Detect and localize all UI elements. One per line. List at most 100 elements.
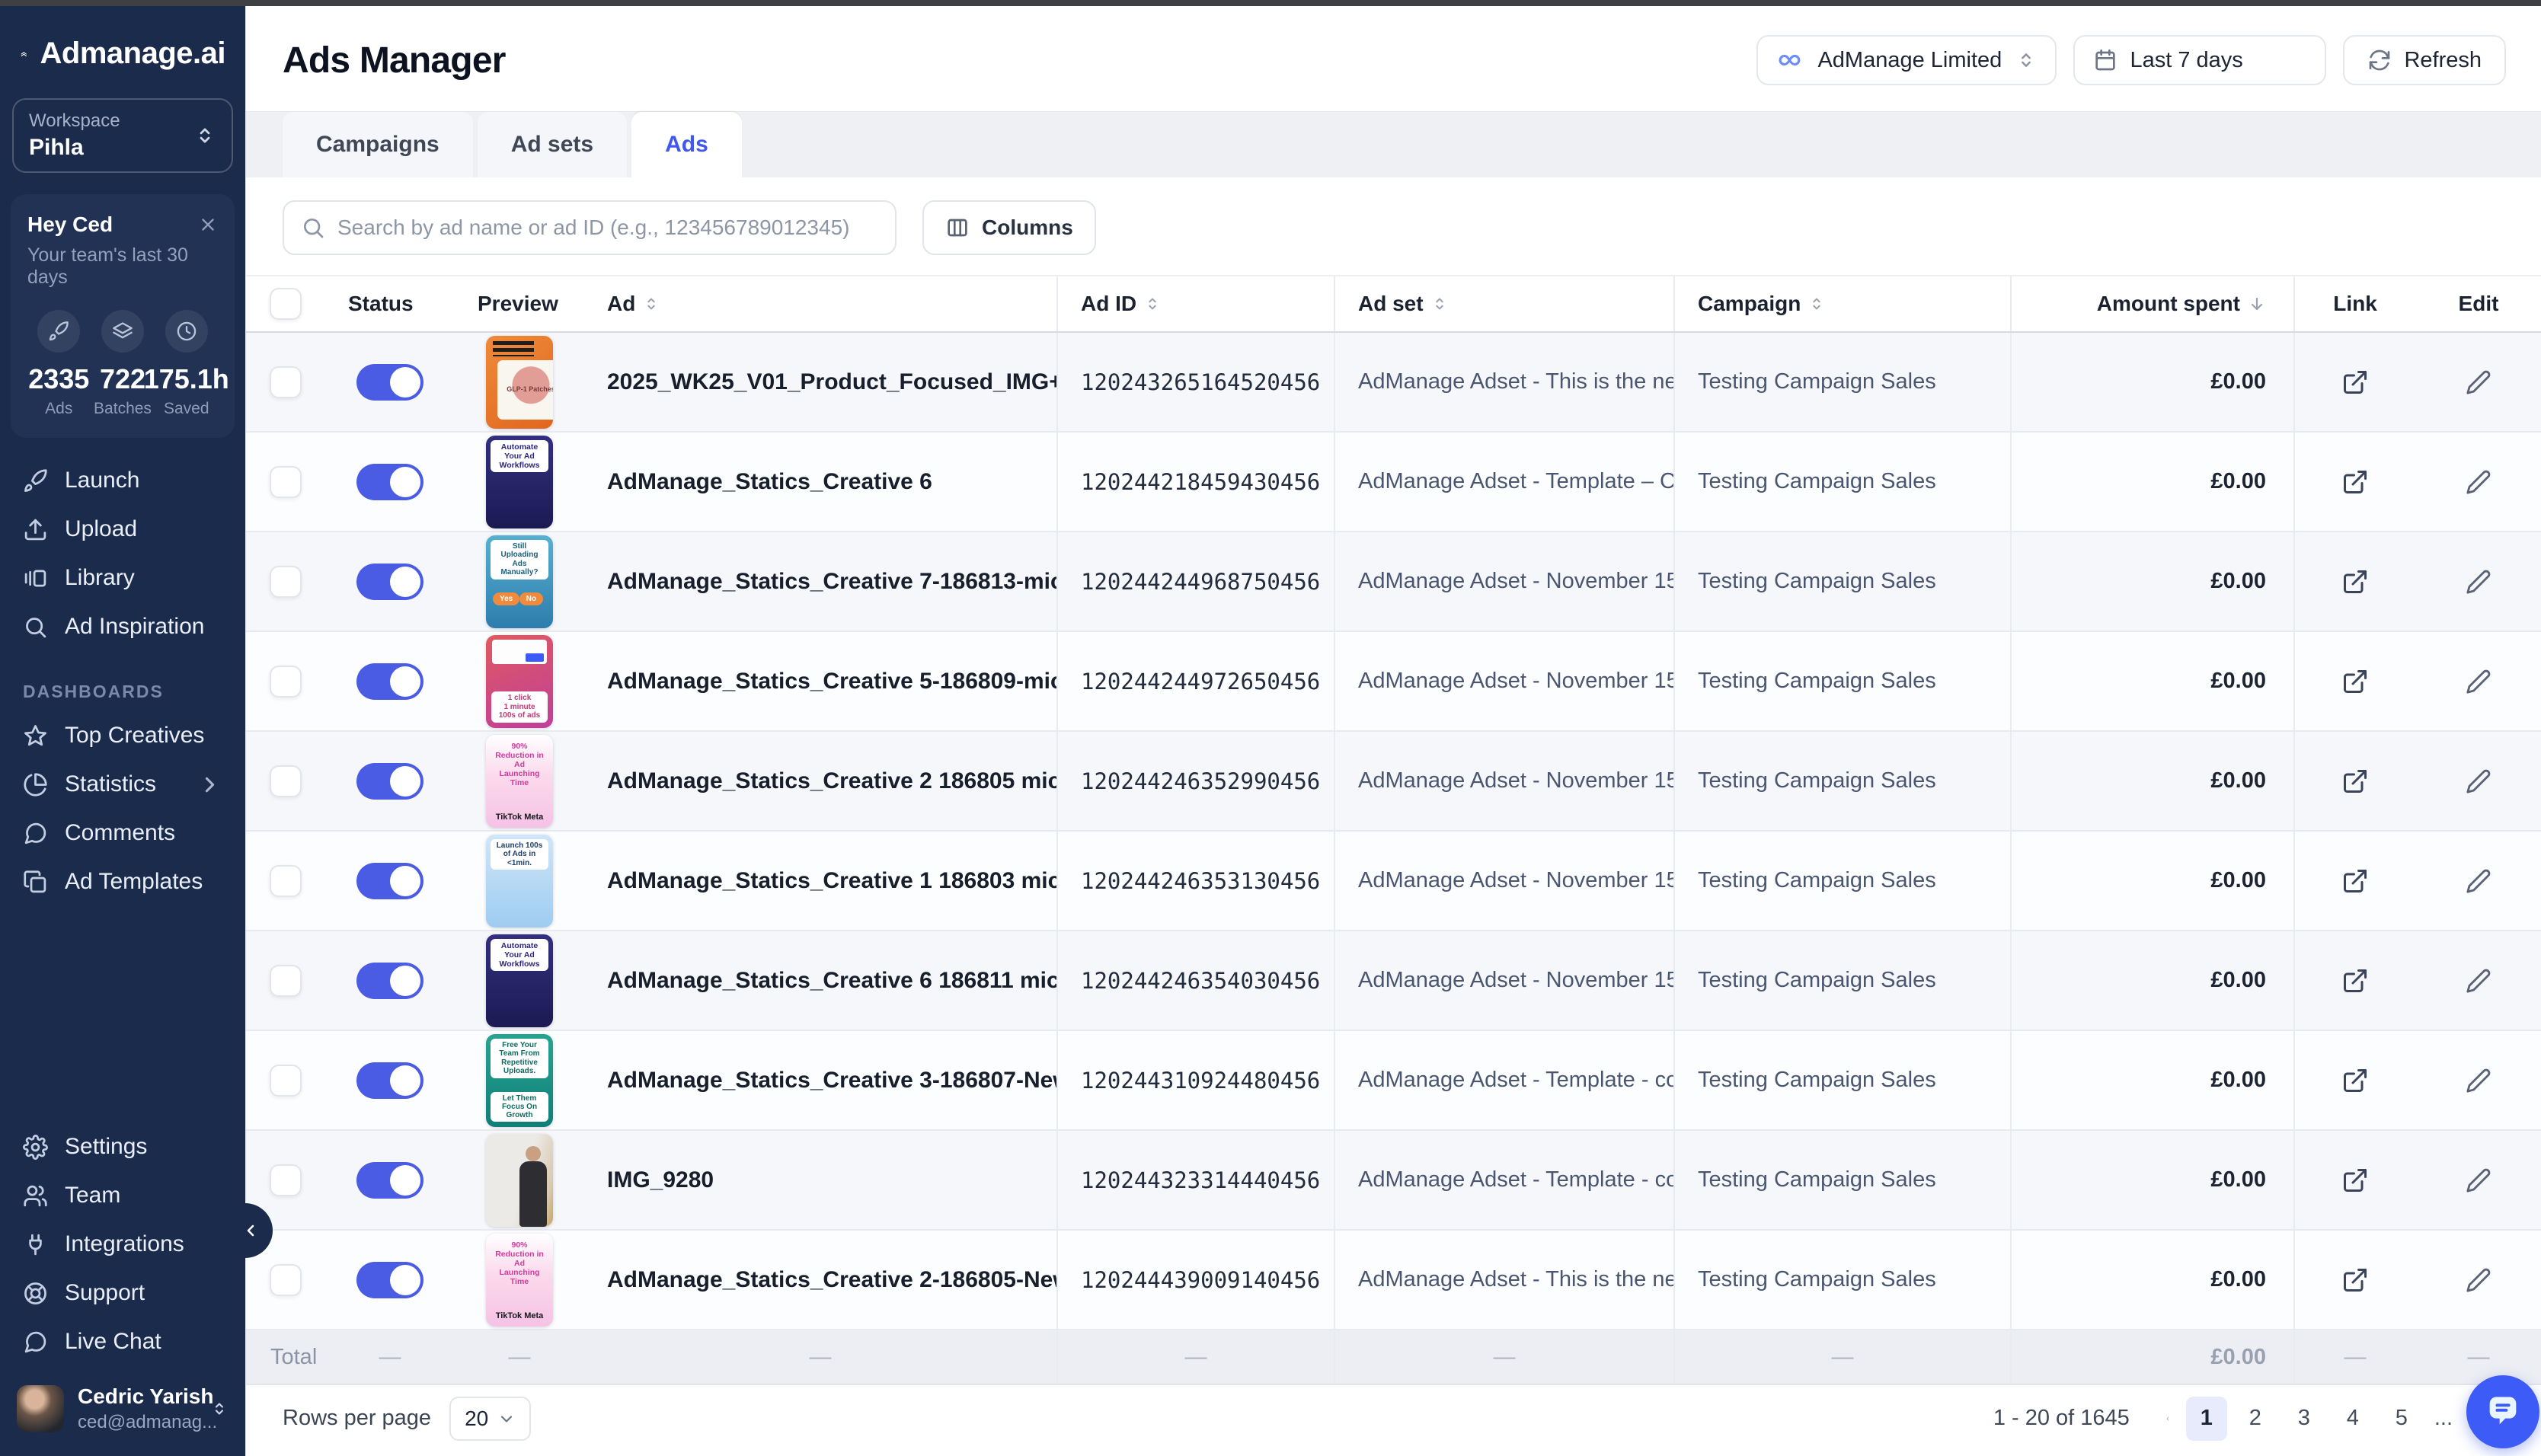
ad-name[interactable]: AdManage_Statics_Creative 6 186811 micka… [607,968,1056,994]
sidebar-item-settings[interactable]: Settings [0,1122,245,1171]
status-toggle[interactable] [356,863,424,899]
sidebar-item-team[interactable]: Team [0,1171,245,1220]
ad-preview-thumbnail[interactable]: 90% Reduction in Ad Launching TimeTikTok… [486,1234,553,1327]
row-checkbox[interactable] [270,765,302,797]
edit-pencil-icon[interactable] [2466,968,2491,994]
page-button-3[interactable]: 3 [2284,1397,2325,1441]
edit-pencil-icon[interactable] [2466,1267,2491,1293]
column-header-ad-set[interactable]: Ad set [1334,276,1673,331]
row-checkbox[interactable] [270,666,302,698]
ad-preview-thumbnail[interactable]: 90% Reduction in Ad Launching TimeTikTok… [486,735,553,828]
column-header-amount-spent[interactable]: Amount spent [2010,276,2293,331]
row-checkbox[interactable] [270,1065,302,1097]
column-header-preview[interactable]: Preview [455,276,584,331]
status-toggle[interactable] [356,1162,424,1199]
external-link-icon[interactable] [2341,768,2369,795]
sidebar-item-comments[interactable]: Comments [0,809,245,857]
external-link-icon[interactable] [2341,369,2369,396]
edit-pencil-icon[interactable] [2466,669,2491,694]
sidebar-item-support[interactable]: Support [0,1269,245,1317]
row-checkbox[interactable] [270,466,302,498]
refresh-button[interactable]: Refresh [2343,35,2506,85]
edit-pencil-icon[interactable] [2466,569,2491,595]
sidebar-item-statistics[interactable]: Statistics [0,760,245,809]
external-link-icon[interactable] [2341,1167,2369,1194]
external-link-icon[interactable] [2341,967,2369,995]
tab-ads[interactable]: Ads [631,112,742,177]
ad-name[interactable]: AdManage_Statics_Creative 2-186805-NewCr… [607,1267,1056,1293]
external-link-icon[interactable] [2341,568,2369,595]
status-toggle[interactable] [356,464,424,500]
sidebar-item-library[interactable]: Library [0,554,245,602]
columns-button[interactable]: Columns [922,200,1096,255]
status-toggle[interactable] [356,763,424,800]
search-input[interactable] [337,216,878,240]
ad-name[interactable]: AdManage_Statics_Creative 3-186807-NewCr… [607,1068,1056,1094]
page-button-1[interactable]: 1 [2186,1397,2227,1441]
page-button-2[interactable]: 2 [2235,1397,2276,1441]
external-link-icon[interactable] [2341,668,2369,695]
status-toggle[interactable] [356,364,424,401]
date-range-picker[interactable]: Last 7 days [2073,35,2326,85]
external-link-icon[interactable] [2341,468,2369,496]
ad-preview-thumbnail[interactable] [486,1134,553,1227]
row-checkbox[interactable] [270,1164,302,1196]
ad-name[interactable]: AdManage_Statics_Creative 1 186803 micka… [607,868,1056,894]
ad-preview-thumbnail[interactable]: Launch 100s of Ads in <1min. [486,835,553,928]
page-button-5[interactable]: 5 [2381,1397,2422,1441]
close-icon[interactable] [198,215,218,235]
ad-preview-thumbnail[interactable]: Still Uploading Ads Manually?YesNo [486,535,553,628]
edit-pencil-icon[interactable] [2466,1068,2491,1094]
sidebar-item-ad-inspiration[interactable]: Ad Inspiration [0,602,245,651]
status-toggle[interactable] [356,963,424,999]
sidebar-item-live-chat[interactable]: Live Chat [0,1317,245,1366]
status-toggle[interactable] [356,1062,424,1099]
ad-preview-thumbnail[interactable]: Free Your Team From Repetitive Uploads.L… [486,1034,553,1127]
ad-preview-thumbnail[interactable]: Automate Your Ad Workflows [486,934,553,1027]
row-checkbox[interactable] [270,965,302,997]
column-header-status[interactable]: Status [325,276,455,331]
status-toggle[interactable] [356,1262,424,1298]
user-menu[interactable]: Cedric Yarish ced@admanag... [0,1371,245,1456]
live-chat-fab[interactable] [2466,1375,2539,1448]
ad-name[interactable]: 2025_WK25_V01_Product_Focused_IMG+TEXT_C [607,369,1056,395]
external-link-icon[interactable] [2341,867,2369,895]
ad-preview-thumbnail[interactable]: 1 click 1 minute 100s of ads [486,635,553,728]
rows-per-page-select[interactable]: 20 [449,1397,531,1441]
edit-pencil-icon[interactable] [2466,369,2491,395]
ad-name[interactable]: AdManage_Statics_Creative 5-186809-micka… [607,669,1056,694]
status-toggle[interactable] [356,564,424,600]
edit-pencil-icon[interactable] [2466,868,2491,894]
sidebar-item-launch[interactable]: Launch [0,456,245,505]
status-toggle[interactable] [356,663,424,700]
column-header-ad[interactable]: Ad [584,276,1056,331]
ad-preview-thumbnail[interactable]: GLP-1 Patches [486,336,553,429]
workspace-selector[interactable]: Workspace Pihla [12,98,233,173]
ad-name[interactable]: AdManage_Statics_Creative 6 [607,469,932,495]
ad-name[interactable]: AdManage_Statics_Creative 7-186813-micka… [607,569,1056,595]
page-ellipsis[interactable]: ... [2430,1406,2457,1431]
edit-pencil-icon[interactable] [2466,1167,2491,1193]
ad-preview-thumbnail[interactable]: Automate Your Ad Workflows [486,436,553,528]
sidebar-item-ad-templates[interactable]: Ad Templates [0,857,245,906]
external-link-icon[interactable] [2341,1266,2369,1294]
chevron-left-icon[interactable] [2157,1408,2178,1429]
tab-campaigns[interactable]: Campaigns [283,112,473,177]
sidebar-item-top-creatives[interactable]: Top Creatives [0,711,245,760]
sidebar-collapse-button[interactable] [218,1203,273,1258]
sidebar-item-upload[interactable]: Upload [0,505,245,554]
row-checkbox[interactable] [270,366,302,398]
sidebar-item-integrations[interactable]: Integrations [0,1220,245,1269]
ad-name[interactable]: IMG_9280 [607,1167,714,1193]
ad-name[interactable]: AdManage_Statics_Creative 2 186805 micka… [607,768,1056,794]
edit-pencil-icon[interactable] [2466,469,2491,495]
edit-pencil-icon[interactable] [2466,768,2491,794]
row-checkbox[interactable] [270,566,302,598]
ad-account-selector[interactable]: AdManage Limited [1756,35,2057,85]
row-checkbox[interactable] [270,1264,302,1296]
tab-ad-sets[interactable]: Ad sets [478,112,627,177]
app-logo[interactable]: Admanage.ai [0,6,245,83]
column-header-ad-id[interactable]: Ad ID [1056,276,1334,331]
column-header-campaign[interactable]: Campaign [1673,276,2010,331]
row-checkbox[interactable] [270,865,302,897]
